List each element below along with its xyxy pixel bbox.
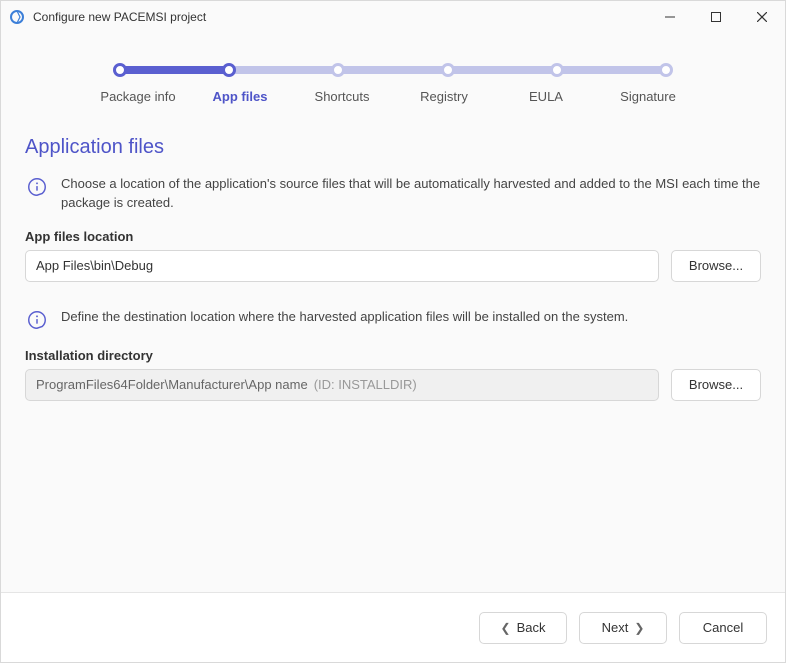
app-files-location-input[interactable]: [25, 250, 659, 282]
chevron-right-icon: ❯: [634, 621, 644, 635]
step-label-package-info[interactable]: Package info: [93, 89, 183, 104]
wizard-stepper: Package info App files Shortcuts Registr…: [113, 63, 673, 104]
cancel-button[interactable]: Cancel: [679, 612, 767, 644]
info-icon: [25, 308, 49, 332]
chevron-left-icon: ❮: [501, 621, 511, 635]
wizard-footer: ❮ Back Next ❯ Cancel: [1, 592, 785, 662]
next-button-label: Next: [602, 620, 629, 635]
back-button-label: Back: [517, 620, 546, 635]
back-button[interactable]: ❮ Back: [479, 612, 567, 644]
window-root: Configure new PACEMSI project: [0, 0, 786, 663]
info-text-source: Choose a location of the application's s…: [61, 175, 761, 213]
step-circle-package-info[interactable]: [113, 63, 127, 77]
next-button[interactable]: Next ❯: [579, 612, 667, 644]
step-label-registry[interactable]: Registry: [399, 89, 489, 104]
install-dir-label: Installation directory: [25, 348, 761, 363]
minimize-button[interactable]: [647, 1, 693, 33]
titlebar: Configure new PACEMSI project: [1, 1, 785, 33]
info-icon: [25, 175, 49, 199]
window-controls: [647, 1, 785, 33]
info-text-destination: Define the destination location where th…: [61, 308, 628, 327]
step-label-shortcuts[interactable]: Shortcuts: [297, 89, 387, 104]
app-icon: [9, 9, 25, 25]
step-circle-signature[interactable]: [659, 63, 673, 77]
install-dir-hint: (ID: INSTALLDIR): [314, 377, 417, 392]
install-dir-input[interactable]: ProgramFiles64Folder\Manufacturer\App na…: [25, 369, 659, 401]
step-label-eula[interactable]: EULA: [501, 89, 591, 104]
browse-install-dir-button[interactable]: Browse...: [671, 369, 761, 401]
page-title: Application files: [25, 136, 761, 159]
step-circle-app-files[interactable]: [222, 63, 236, 77]
step-circle-registry[interactable]: [441, 63, 455, 77]
browse-app-files-button[interactable]: Browse...: [671, 250, 761, 282]
window-title: Configure new PACEMSI project: [33, 10, 206, 24]
step-label-signature[interactable]: Signature: [603, 89, 693, 104]
app-files-location-label: App files location: [25, 229, 761, 244]
step-circle-shortcuts[interactable]: [331, 63, 345, 77]
step-label-app-files[interactable]: App files: [195, 89, 285, 104]
cancel-button-label: Cancel: [703, 620, 743, 635]
content-area: Package info App files Shortcuts Registr…: [1, 33, 785, 592]
maximize-button[interactable]: [693, 1, 739, 33]
close-button[interactable]: [739, 1, 785, 33]
install-dir-value: ProgramFiles64Folder\Manufacturer\App na…: [36, 377, 308, 392]
step-circle-eula[interactable]: [550, 63, 564, 77]
